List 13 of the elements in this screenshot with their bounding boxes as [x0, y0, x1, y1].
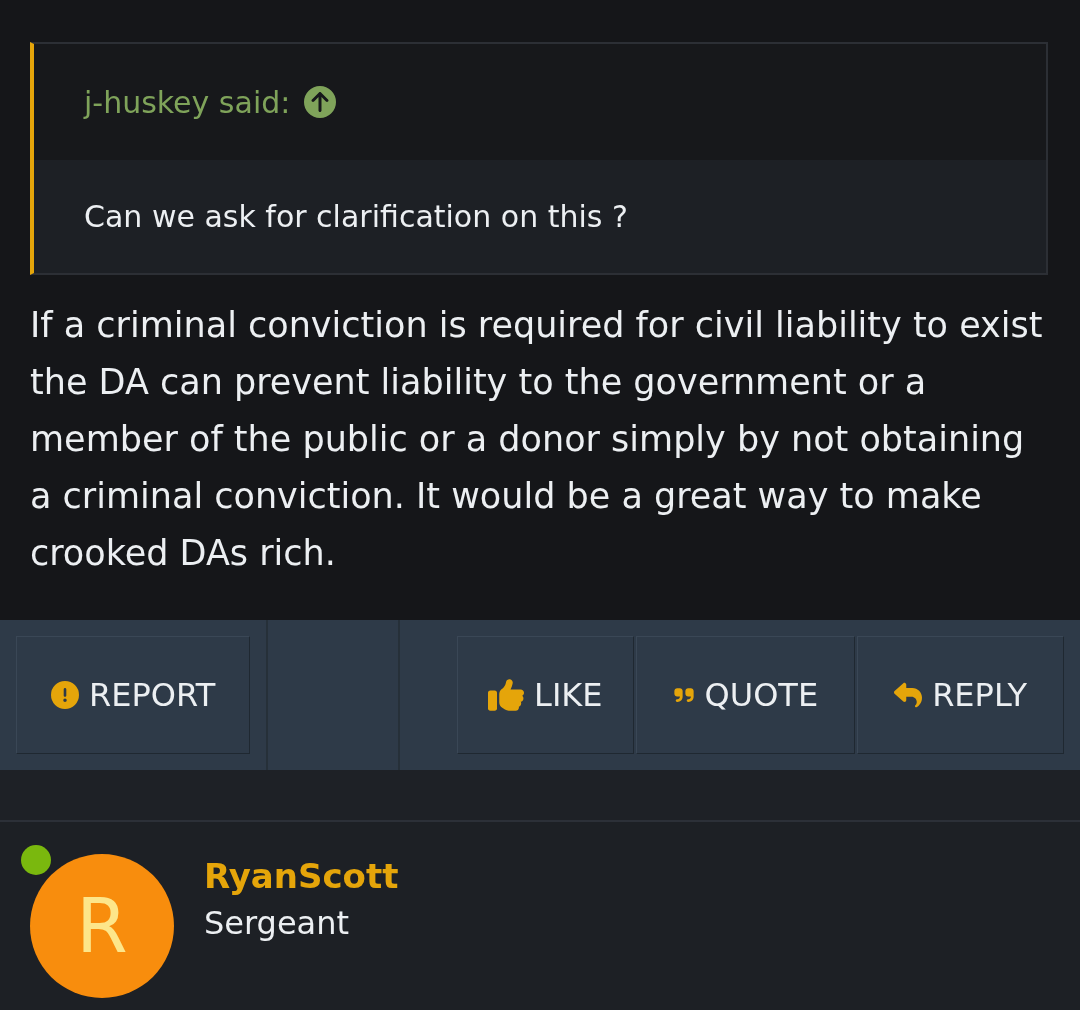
reply-icon — [894, 681, 923, 709]
like-button[interactable]: LIKE — [457, 636, 634, 754]
quote-button[interactable]: QUOTE — [635, 636, 856, 754]
reply-button[interactable]: REPLY — [857, 636, 1064, 754]
post-text: If a criminal conviction is required for civil liability to exist the DA can prevent liability to the government or a member of the public or a donor simply by not obtaining a criminal conviction. It would be a great way to make crooked DAs rich. — [30, 304, 1044, 575]
warning-icon — [51, 681, 79, 709]
username[interactable]: RyanScott — [204, 856, 399, 896]
report-button[interactable]: REPORT — [16, 636, 251, 754]
user-title: Sergeant — [204, 904, 351, 942]
thumbs-up-icon — [488, 677, 525, 713]
arrow-up-icon[interactable] — [304, 86, 337, 118]
quote-text: Can we ask for clarification on this ? — [84, 199, 628, 234]
quote-attribution: j-huskey said: — [84, 84, 291, 120]
